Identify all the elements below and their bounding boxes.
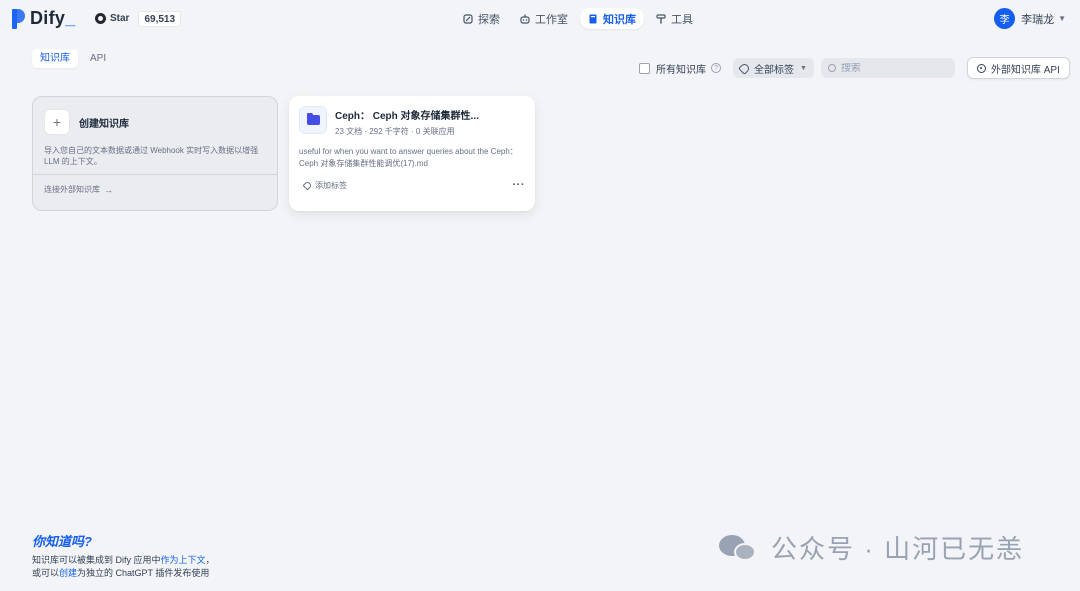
plus-icon: +	[44, 109, 70, 135]
dataset-title: Ceph： Ceph 对象存储集群性...	[335, 111, 479, 122]
star-label: Star	[110, 13, 130, 24]
all-datasets-checkbox[interactable]	[639, 62, 650, 74]
github-icon	[95, 13, 106, 24]
main-nav: 探索 工作室 知识库 工具	[455, 8, 701, 29]
wechat-icon	[719, 533, 759, 563]
create-link[interactable]: 创建	[59, 568, 77, 578]
nav-knowledge[interactable]: 知识库	[580, 8, 644, 29]
create-card-description: 导入您自己的文本数据或通过 Webhook 实时写入数据以增强 LLM 的上下文…	[44, 146, 259, 166]
connect-external-label: 连接外部知识库	[44, 185, 100, 194]
watermark-text: 公众号 · 山河已无恙	[771, 534, 1025, 564]
github-star-button[interactable]: Star	[92, 10, 132, 27]
book-icon	[589, 14, 597, 23]
tag-filter-label: 全部标签	[754, 64, 794, 76]
all-datasets-label: 所有知识库	[656, 64, 706, 76]
tag-icon	[738, 61, 751, 75]
brand-name: Dify_	[30, 8, 76, 28]
tag-filter-dropdown[interactable]: 全部标签 ▼	[733, 58, 814, 78]
more-options-icon[interactable]: ···	[513, 179, 526, 191]
add-tag-label: 添加标签	[315, 180, 347, 190]
dataset-card-footer: 添加标签 ···	[289, 174, 535, 191]
create-card-header: + 创建知识库	[33, 97, 277, 135]
dataset-card-header: Ceph： Ceph 对象存储集群性... 23 文档 · 292 千字符 · …	[289, 96, 535, 137]
user-menu[interactable]: 李 李瑞龙 ▼	[994, 8, 1066, 29]
folder-icon	[299, 106, 327, 134]
dataset-stats: 23 文档 · 292 千字符 · 0 关联应用	[335, 127, 455, 136]
tip-line-2: 或可以创建为独立的 ChatGPT 插件发布使用	[32, 568, 210, 578]
nav-tools[interactable]: 工具	[648, 8, 701, 29]
knowledge-tabs: 知识库 API	[32, 49, 114, 68]
top-header: Dify_ Star 69,513 探索 工作室 知识库 工具 李 李瑞龙 ▼	[0, 0, 1080, 38]
user-name: 李瑞龙	[1021, 13, 1055, 26]
avatar: 李	[994, 8, 1016, 29]
context-link[interactable]: 作为上下文	[161, 555, 206, 565]
did-you-know-tip: 你知道吗? 知识库可以被集成到 Dify 应用中作为上下文， 或可以创建为独立的…	[32, 531, 215, 580]
chevron-down-icon: ▼	[1058, 14, 1066, 23]
nav-explore[interactable]: 探索	[455, 8, 508, 29]
filter-bar: 所有知识库 ? 全部标签 ▼ 外部知识库 API	[639, 57, 1070, 79]
add-tag-button[interactable]: 添加标签	[302, 180, 347, 191]
create-card-title: 创建知识库	[79, 118, 129, 130]
dataset-meta: Ceph： Ceph 对象存储集群性... 23 文档 · 292 千字符 · …	[335, 106, 479, 137]
tip-line-1: 知识库可以被集成到 Dify 应用中作为上下文，	[32, 555, 215, 565]
help-icon[interactable]: ?	[711, 63, 721, 73]
dataset-card[interactable]: Ceph： Ceph 对象存储集群性... 23 文档 · 292 千字符 · …	[289, 96, 535, 211]
search-box[interactable]	[820, 58, 955, 78]
github-star[interactable]: Star 69,513	[92, 10, 182, 27]
api-icon	[976, 63, 986, 73]
create-knowledge-card[interactable]: + 创建知识库 导入您自己的文本数据或通过 Webhook 实时写入数据以增强 …	[32, 96, 278, 211]
dataset-description: useful for when you want to answer queri…	[299, 147, 518, 168]
external-api-button[interactable]: 外部知识库 API	[966, 57, 1070, 79]
dify-logo-icon	[12, 8, 25, 29]
connect-external-link[interactable]: 连接外部知识库 →	[33, 175, 277, 204]
tag-icon	[302, 180, 313, 190]
star-count[interactable]: 69,513	[138, 10, 182, 27]
tab-api[interactable]: API	[82, 49, 114, 68]
chevron-down-icon: ▼	[800, 64, 807, 72]
watermark: 公众号 · 山河已无恙	[719, 529, 1024, 566]
robot-icon	[520, 14, 530, 24]
nav-studio[interactable]: 工作室	[512, 8, 576, 29]
tab-knowledge[interactable]: 知识库	[32, 49, 78, 68]
external-api-label: 外部知识库 API	[990, 64, 1060, 76]
hammer-icon	[656, 13, 666, 23]
search-input[interactable]	[840, 62, 941, 74]
arrow-right-icon: →	[104, 184, 113, 195]
search-icon	[827, 64, 836, 72]
dify-logo[interactable]: Dify_	[12, 8, 76, 29]
explore-icon	[463, 13, 473, 24]
all-datasets-toggle[interactable]: 所有知识库 ?	[639, 61, 721, 76]
tip-title: 你知道吗?	[32, 534, 92, 549]
